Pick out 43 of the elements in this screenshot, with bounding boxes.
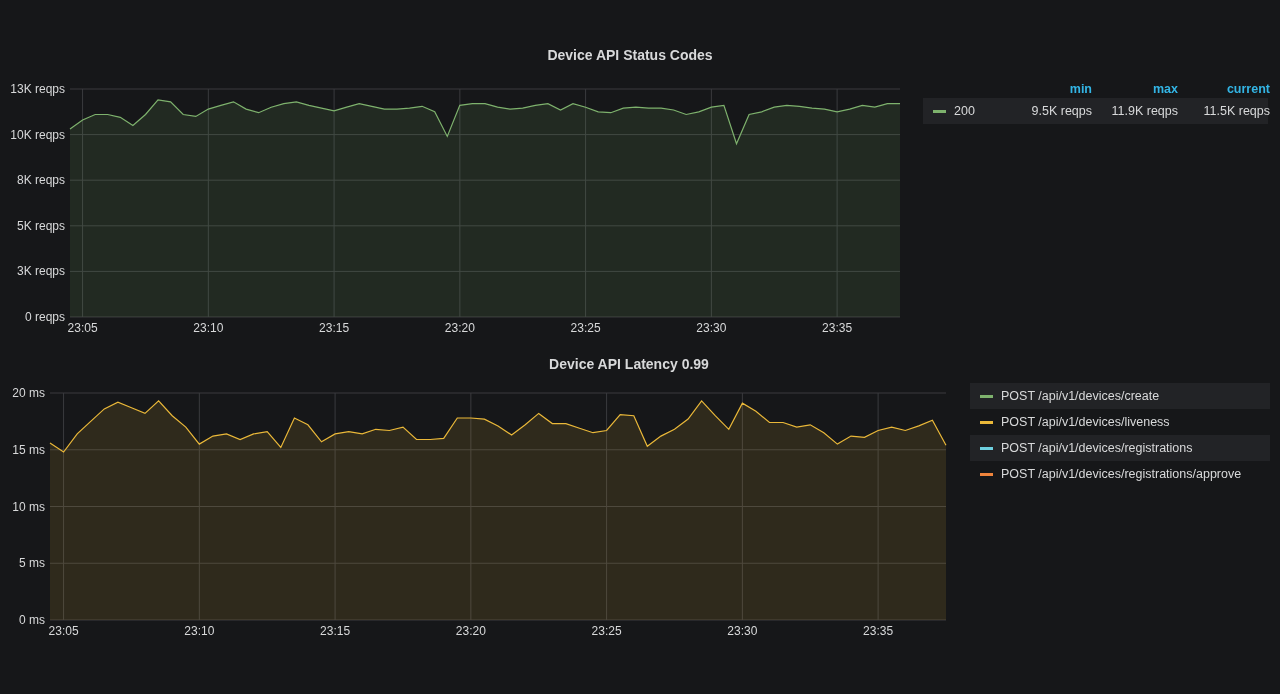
series-name: 200 xyxy=(954,104,976,118)
x-axis-label: 23:30 xyxy=(696,321,727,335)
series-name: POST /api/v1/devices/liveness xyxy=(1001,415,1170,429)
y-axis-label: 13K reqps xyxy=(10,82,65,96)
legend-row[interactable]: POST /api/v1/devices/create xyxy=(970,383,1270,409)
x-axis-label: 23:20 xyxy=(444,321,475,335)
x-axis-label: 23:20 xyxy=(455,624,486,638)
panel-title: Device API Latency 0.99 xyxy=(549,356,709,374)
column-header[interactable]: min xyxy=(1006,82,1092,96)
x-axis-label: 23:05 xyxy=(67,321,98,335)
legend-value: 11.9K reqps xyxy=(1110,104,1178,118)
column-header[interactable]: current xyxy=(1178,82,1270,96)
y-axis-label: 3K reqps xyxy=(16,264,65,279)
y-axis-label: 10K reqps xyxy=(10,127,65,142)
x-axis-label: 23:05 xyxy=(48,624,79,638)
y-axis-label: 15 ms xyxy=(12,442,45,457)
legend-row[interactable]: POST /api/v1/devices/liveness xyxy=(970,409,1270,435)
y-axis-label: 5 ms xyxy=(19,556,45,571)
x-axis-label: 23:30 xyxy=(727,624,758,638)
x-axis-label: 23:35 xyxy=(822,321,853,335)
column-header[interactable]: max xyxy=(1092,82,1178,96)
y-axis-label: 0 ms xyxy=(19,613,45,627)
panel-title: Device API Status Codes xyxy=(547,47,713,65)
legend-row[interactable]: POST /api/v1/devices/registrations/approve xyxy=(970,461,1270,487)
x-axis-label: 23:15 xyxy=(319,321,350,335)
y-axis-label: 20 ms xyxy=(12,386,45,400)
series-name: POST /api/v1/devices/registrations xyxy=(1001,441,1193,455)
x-axis-label: 23:35 xyxy=(863,624,894,638)
x-axis-label: 23:25 xyxy=(591,624,622,638)
x-axis-label: 23:10 xyxy=(193,321,224,335)
y-axis-label: 8K reqps xyxy=(16,173,65,188)
series-name: POST /api/v1/devices/registrations/approve xyxy=(1001,467,1242,481)
x-axis-label: 23:15 xyxy=(320,624,351,638)
legend-row[interactable]: 200 9.5K reqps 11.9K reqps 11.5K reqps xyxy=(923,98,1268,124)
legend-value: 11.5K reqps xyxy=(1202,104,1270,118)
x-axis-label: 23:10 xyxy=(184,624,215,638)
y-axis-label: 5K reqps xyxy=(16,218,65,233)
legend-value: 9.5K reqps xyxy=(1030,104,1092,118)
y-axis-label: 0 reqps xyxy=(24,310,65,324)
x-axis-label: 23:25 xyxy=(570,321,601,335)
legend-row[interactable]: POST /api/v1/devices/registrations xyxy=(970,435,1270,461)
series-name: POST /api/v1/devices/create xyxy=(1001,389,1160,403)
y-axis-label: 10 ms xyxy=(12,499,45,514)
